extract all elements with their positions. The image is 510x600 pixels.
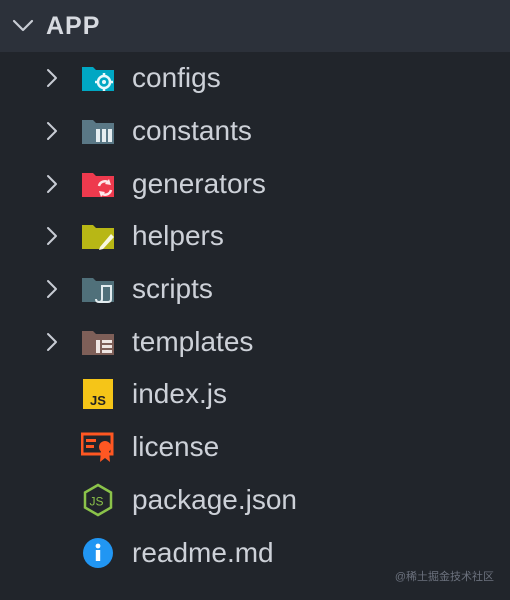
tree-folder-configs[interactable]: configs bbox=[0, 52, 510, 105]
tree-item-label: generators bbox=[132, 167, 266, 199]
chevron-right-icon[interactable] bbox=[42, 279, 62, 299]
explorer-section-header[interactable]: APP bbox=[0, 0, 510, 52]
chevron-right-icon[interactable] bbox=[42, 121, 62, 141]
javascript-icon: JS bbox=[80, 376, 116, 412]
folder-constant-icon bbox=[80, 113, 116, 149]
tree-item-label: license bbox=[132, 431, 220, 463]
tree-item-label: index.js bbox=[132, 378, 227, 410]
folder-helper-icon bbox=[80, 218, 116, 254]
folder-template-icon bbox=[80, 324, 116, 360]
folder-generator-icon bbox=[80, 166, 116, 202]
chevron-right-icon[interactable] bbox=[42, 68, 62, 88]
license-icon bbox=[80, 429, 116, 465]
svg-text:JS: JS bbox=[90, 393, 106, 408]
watermark: @稀土掘金技术社区 bbox=[394, 571, 494, 583]
tree-file-package-json[interactable]: JS package.json bbox=[0, 474, 510, 527]
tree-folder-constants[interactable]: constants bbox=[0, 105, 510, 158]
tree-item-label: configs bbox=[132, 62, 221, 94]
file-tree: configs constants generators helpers scr… bbox=[0, 52, 510, 579]
tree-item-label: constants bbox=[132, 115, 252, 147]
section-title: APP bbox=[46, 11, 101, 40]
tree-file-index-js[interactable]: JS index.js bbox=[0, 368, 510, 421]
chevron-right-icon[interactable] bbox=[42, 332, 62, 352]
info-icon bbox=[80, 535, 116, 571]
tree-folder-scripts[interactable]: scripts bbox=[0, 263, 510, 316]
tree-item-label: package.json bbox=[132, 483, 298, 515]
svg-text:JS: JS bbox=[90, 494, 104, 508]
file-explorer: APP configs constants generators helpers… bbox=[0, 0, 510, 600]
tree-item-label: scripts bbox=[132, 273, 213, 305]
folder-scripts-icon bbox=[80, 271, 116, 307]
tree-item-label: readme.md bbox=[132, 536, 274, 568]
tree-item-label: templates bbox=[132, 325, 254, 357]
tree-item-label: helpers bbox=[132, 220, 224, 252]
chevron-right-icon[interactable] bbox=[42, 226, 62, 246]
nodejs-icon: JS bbox=[80, 482, 116, 518]
tree-folder-templates[interactable]: templates bbox=[0, 315, 510, 368]
chevron-right-icon[interactable] bbox=[42, 174, 62, 194]
folder-config-icon bbox=[80, 60, 116, 96]
tree-folder-helpers[interactable]: helpers bbox=[0, 210, 510, 263]
chevron-down-icon[interactable] bbox=[0, 19, 46, 33]
tree-folder-generators[interactable]: generators bbox=[0, 157, 510, 210]
tree-file-license[interactable]: license bbox=[0, 421, 510, 474]
